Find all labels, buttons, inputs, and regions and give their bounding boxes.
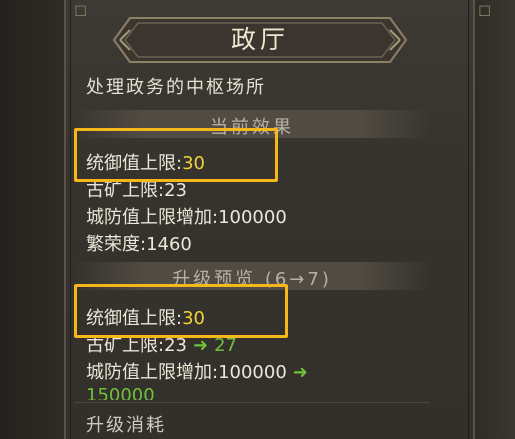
stat-value: 100000	[218, 207, 287, 228]
preview-row-defense-limit: 城防值上限增加:100000 ➜	[86, 358, 314, 384]
stat-new-value: 150000	[86, 385, 155, 400]
stat-new-value: 27	[214, 335, 237, 356]
stat-label: 城防值上限增加:	[86, 362, 219, 383]
highlight-box-preview	[74, 284, 288, 338]
stat-row-prosperity: 繁荣度:1460	[86, 230, 192, 256]
corner-ornament-right-icon: ◻	[478, 0, 492, 19]
stat-value: 23	[164, 180, 187, 201]
section-title-upgrade-cost: 升级消耗	[86, 415, 166, 436]
arrow-right-icon: ➜	[292, 362, 308, 383]
stat-label: 古矿上限:	[86, 180, 165, 201]
corner-ornament-left-icon: ◻	[74, 0, 88, 19]
stat-row-defense-limit: 城防值上限增加:100000	[86, 203, 287, 229]
background-left	[0, 0, 64, 439]
scroll-divider	[74, 402, 430, 403]
preview-row-defense-limit-new: 150000	[86, 385, 155, 400]
stat-value: 23	[164, 335, 187, 356]
title-plaque: 政厅	[110, 14, 410, 66]
stat-value: 100000	[218, 362, 287, 383]
panel-title: 政厅	[230, 25, 289, 54]
stat-label: 古矿上限:	[86, 335, 165, 356]
stat-label: 繁荣度:	[86, 234, 147, 255]
stat-value: 1460	[146, 234, 192, 255]
stat-label: 城防值上限增加:	[86, 207, 219, 228]
building-description: 处理政务的中枢场所	[86, 77, 266, 98]
arrow-right-icon: ➜	[192, 335, 209, 356]
background-right	[475, 0, 515, 439]
highlight-box-current	[74, 128, 278, 182]
